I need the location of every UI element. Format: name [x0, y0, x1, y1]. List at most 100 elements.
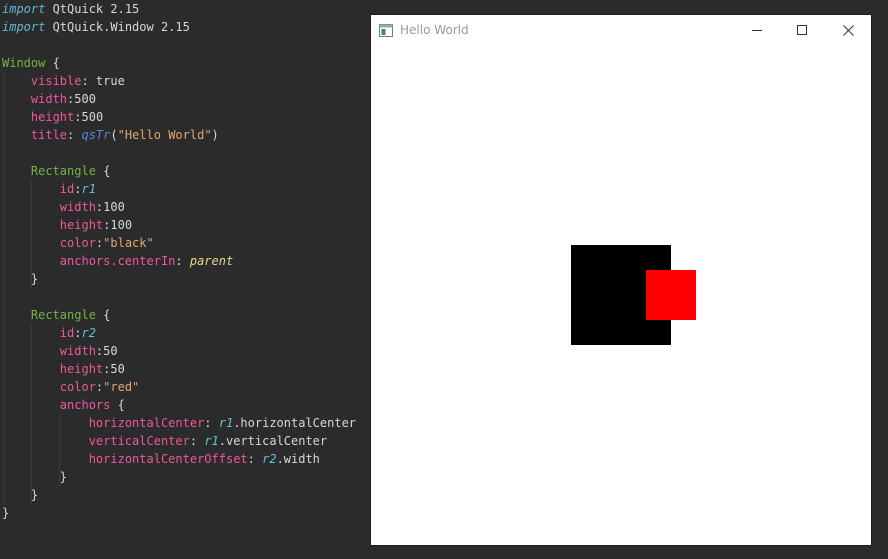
- code-line[interactable]: }: [2, 486, 356, 504]
- code-token: width: [59, 200, 96, 214]
- code-line[interactable]: verticalCenter: r1.verticalCenter: [2, 432, 356, 450]
- code-token: {: [95, 164, 111, 178]
- code-token: :: [67, 128, 82, 142]
- maximize-icon: [797, 25, 807, 35]
- code-line[interactable]: Rectangle {: [2, 162, 356, 180]
- code-line[interactable]: import QtQuick 2.15: [2, 0, 356, 18]
- code-line[interactable]: color:"black": [2, 234, 356, 252]
- app-window-icon: [379, 22, 393, 37]
- code-token: {: [110, 398, 125, 412]
- code-token: (: [110, 128, 118, 142]
- code-token: color: [59, 380, 96, 394]
- code-token: :: [204, 416, 219, 430]
- code-line[interactable]: id:r1: [2, 180, 356, 198]
- code-token: :500: [67, 92, 96, 106]
- code-token: import: [2, 2, 46, 16]
- maximize-button[interactable]: [779, 15, 825, 45]
- code-line[interactable]: title: qsTr("Hello World"): [2, 126, 356, 144]
- code-token: :50: [103, 362, 125, 376]
- code-token: anchors: [59, 398, 111, 412]
- code-token: anchors.centerIn: [59, 254, 176, 268]
- code-token: QtQuick.Window 2.15: [45, 20, 190, 34]
- code-token: }: [2, 506, 10, 520]
- code-line[interactable]: height:50: [2, 360, 356, 378]
- code-line[interactable]: width:50: [2, 342, 356, 360]
- code-line[interactable]: width:100: [2, 198, 356, 216]
- code-token: :: [175, 254, 190, 268]
- title-bar[interactable]: Hello World: [371, 15, 871, 45]
- window-title: Hello World: [400, 23, 469, 37]
- code-token: QtQuick 2.15: [45, 2, 140, 16]
- code-line[interactable]: anchors {: [2, 396, 356, 414]
- code-token: import: [2, 20, 46, 34]
- code-line[interactable]: import QtQuick.Window 2.15: [2, 18, 356, 36]
- code-token: "red": [103, 380, 140, 394]
- code-line[interactable]: horizontalCenterOffset: r2.width: [2, 450, 356, 468]
- code-token: ): [211, 128, 219, 142]
- code-token: id: [59, 326, 75, 340]
- code-token: .horizontalCenter: [233, 416, 357, 430]
- code-token: Rectangle: [30, 308, 96, 322]
- code-token: r2: [81, 326, 96, 340]
- code-line[interactable]: Window {: [2, 54, 356, 72]
- code-line[interactable]: height:500: [2, 108, 356, 126]
- code-token: }: [2, 272, 39, 286]
- code-line[interactable]: }: [2, 468, 356, 486]
- code-line[interactable]: [2, 36, 356, 54]
- code-token: :: [189, 434, 205, 448]
- code-token: height: [30, 110, 75, 124]
- code-line[interactable]: horizontalCenter: r1.horizontalCenter: [2, 414, 356, 432]
- code-token: horizontalCenter: [88, 416, 205, 430]
- code-line[interactable]: [2, 144, 356, 162]
- code-line[interactable]: anchors.centerIn: parent: [2, 252, 356, 270]
- code-line[interactable]: width:500: [2, 90, 356, 108]
- code-token: :50: [95, 344, 118, 358]
- code-token: r1: [81, 182, 96, 196]
- code-token: title: [30, 128, 68, 142]
- code-line[interactable]: Rectangle {: [2, 306, 356, 324]
- code-token: {: [45, 56, 60, 70]
- code-token: {: [95, 308, 111, 322]
- code-line[interactable]: }: [2, 270, 356, 288]
- code-text[interactable]: import QtQuick 2.15 import QtQuick.Window…: [2, 0, 356, 522]
- minimize-button[interactable]: [734, 15, 780, 45]
- code-line[interactable]: id:r2: [2, 324, 356, 342]
- close-icon: [842, 24, 854, 36]
- code-token: Window: [2, 56, 46, 70]
- code-line[interactable]: [2, 288, 356, 306]
- code-token: height: [59, 362, 104, 376]
- app-window[interactable]: Hello World: [371, 15, 871, 545]
- code-token: :100: [95, 200, 125, 214]
- code-token: qsTr: [81, 128, 111, 142]
- code-token: verticalCenter: [88, 434, 190, 448]
- code-token: .verticalCenter: [218, 434, 328, 448]
- code-token: r2: [262, 452, 277, 466]
- code-token: Rectangle: [30, 164, 96, 178]
- minimize-icon: [752, 30, 762, 31]
- code-line[interactable]: color:"red": [2, 378, 356, 396]
- close-button[interactable]: [825, 15, 871, 45]
- window-client-area: [371, 45, 871, 545]
- code-token: :: [247, 452, 263, 466]
- code-token: :500: [74, 110, 104, 124]
- code-token: }: [2, 470, 68, 484]
- code-line[interactable]: visible: true: [2, 72, 356, 90]
- code-token: "black": [103, 236, 154, 250]
- code-line[interactable]: }: [2, 504, 356, 522]
- code-token: : true: [81, 74, 125, 88]
- code-line[interactable]: height:100: [2, 216, 356, 234]
